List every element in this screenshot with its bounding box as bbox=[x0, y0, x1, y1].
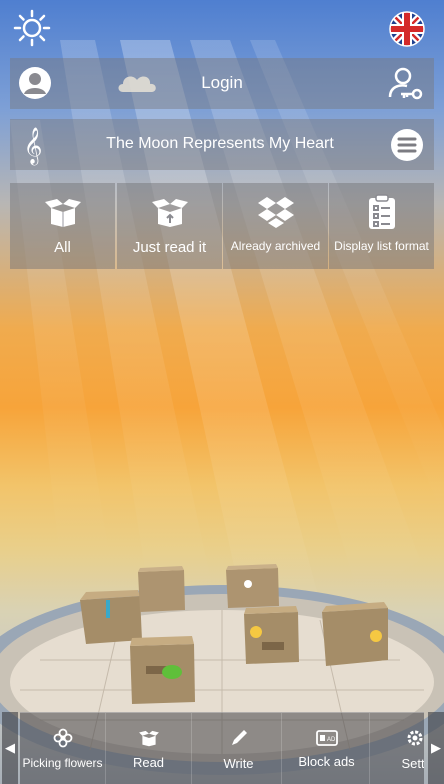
toolbar-label: Setti bbox=[401, 755, 424, 771]
sun-icon bbox=[13, 9, 51, 47]
filter-just-read[interactable]: Just read it bbox=[117, 183, 222, 269]
memory-box[interactable] bbox=[130, 636, 195, 704]
user-avatar-icon bbox=[19, 67, 51, 99]
scroll-left-button[interactable]: ◀ bbox=[2, 712, 18, 784]
toolbar-label: Read bbox=[132, 754, 165, 770]
read-button[interactable]: Read bbox=[106, 713, 192, 784]
clipboard-list-icon bbox=[366, 194, 398, 229]
open-box-icon bbox=[138, 730, 159, 746]
svg-text:AD: AD bbox=[327, 737, 336, 743]
gear-icon bbox=[407, 730, 422, 745]
account-key-button[interactable] bbox=[386, 64, 426, 104]
login-bar[interactable]: Login bbox=[10, 58, 434, 109]
pen-icon bbox=[231, 729, 247, 745]
bottom-toolbar: Picking flowers Read Write AD Block ads … bbox=[20, 712, 424, 784]
memory-box[interactable] bbox=[322, 602, 388, 666]
write-button[interactable]: Write bbox=[196, 713, 282, 784]
memory-box[interactable] bbox=[226, 564, 279, 608]
toolbar-label: Block ads bbox=[298, 753, 355, 769]
picking-flowers-button[interactable]: Picking flowers bbox=[20, 713, 106, 784]
login-label: Login bbox=[201, 73, 243, 92]
song-title: The Moon Represents My Heart bbox=[106, 135, 334, 152]
settings-button[interactable]: Setti bbox=[372, 713, 424, 784]
scroll-right-button[interactable]: ▶ bbox=[428, 712, 444, 784]
song-bar[interactable]: 𝄞 The Moon Represents My Heart bbox=[10, 119, 434, 170]
language-button[interactable] bbox=[388, 10, 426, 48]
filter-list-format[interactable]: Display list format bbox=[329, 183, 434, 269]
user-key-icon bbox=[388, 67, 423, 100]
memory-box[interactable] bbox=[80, 590, 142, 644]
uk-flag-icon bbox=[389, 11, 425, 47]
menu-icon bbox=[391, 129, 423, 161]
avatar[interactable] bbox=[16, 64, 54, 102]
cloud-icon bbox=[114, 68, 162, 98]
filter-all[interactable]: All bbox=[10, 183, 115, 269]
treble-clef-icon: 𝄞 bbox=[23, 127, 43, 163]
filter-label: All bbox=[54, 239, 71, 256]
box-arrow-icon bbox=[150, 195, 190, 229]
toolbar-label: Picking flowers bbox=[22, 756, 103, 770]
filter-label: Display list format bbox=[334, 239, 429, 253]
toolbar-label: Write bbox=[223, 755, 254, 771]
flower-icon bbox=[53, 728, 72, 748]
filter-archived[interactable]: Already archived bbox=[223, 183, 328, 269]
dropbox-icon bbox=[256, 195, 296, 229]
filter-label: Just read it bbox=[132, 239, 207, 256]
brightness-button[interactable] bbox=[12, 8, 52, 48]
memory-box[interactable] bbox=[244, 606, 299, 664]
block-ads-button[interactable]: AD Block ads bbox=[284, 713, 370, 784]
filter-label: Already archived bbox=[230, 239, 321, 253]
memory-box[interactable] bbox=[138, 566, 185, 612]
ad-block-icon: AD bbox=[315, 729, 338, 746]
open-box-icon bbox=[43, 195, 83, 229]
menu-button[interactable] bbox=[388, 126, 426, 164]
